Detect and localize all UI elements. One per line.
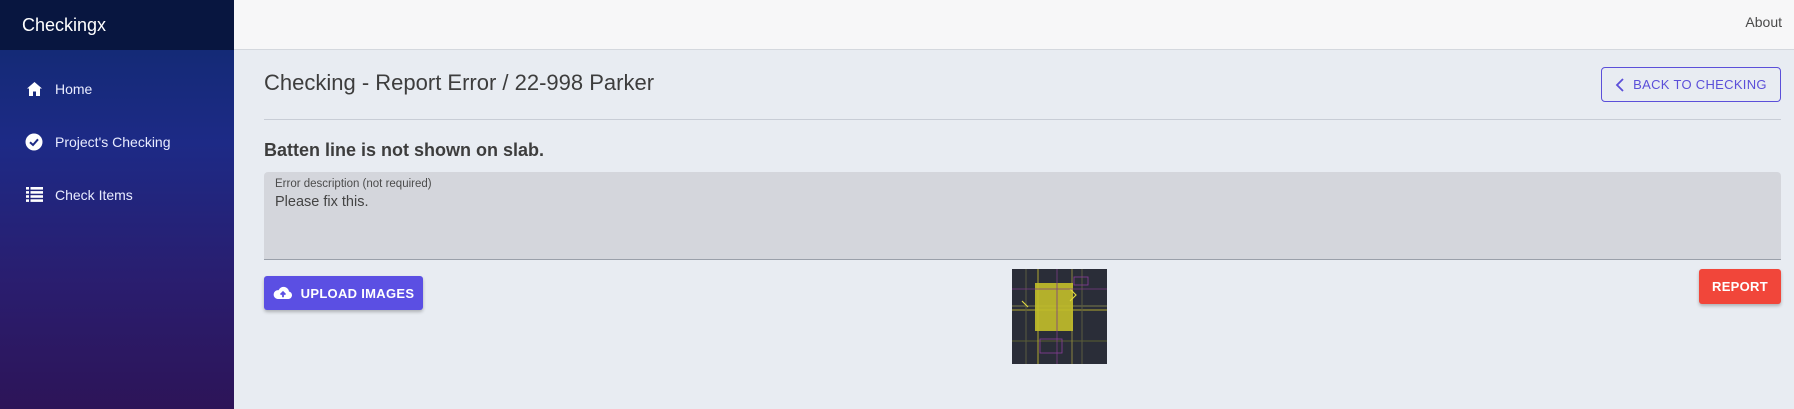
error-title: Batten line is not shown on slab. [264, 140, 545, 160]
back-to-checking-button[interactable]: BACK TO CHECKING [1601, 67, 1781, 102]
sidebar-nav: Home Project's Checking Check Items [0, 62, 234, 221]
chevron-left-icon [1615, 77, 1624, 92]
about-link[interactable]: About [1745, 14, 1782, 30]
home-icon [24, 79, 44, 99]
page-header: Checking - Report Error / 22-998 Parker … [264, 50, 1781, 120]
list-icon [24, 185, 44, 205]
action-row: UPLOAD IMAGES REPORT [264, 268, 1781, 378]
cloud-upload-icon [273, 286, 292, 299]
top-bar: About [234, 0, 1794, 50]
sidebar-item-projects-checking[interactable]: Project's Checking [0, 115, 234, 168]
sidebar-item-label: Check Items [55, 186, 133, 203]
sidebar-item-home[interactable]: Home [0, 62, 234, 115]
report-button[interactable]: REPORT [1699, 269, 1781, 304]
sidebar: Checkingx Home Project's Checking Check … [0, 0, 234, 409]
back-button-label: BACK TO CHECKING [1633, 77, 1767, 92]
sidebar-item-label: Project's Checking [55, 133, 171, 150]
main-content: Checking - Report Error / 22-998 Parker … [264, 50, 1781, 378]
error-description-label: Error description (not required) [275, 178, 432, 190]
upload-button-label: UPLOAD IMAGES [300, 285, 415, 301]
error-description-field[interactable]: Error description (not required) Please … [264, 172, 1781, 260]
error-description-input[interactable]: Please fix this. [275, 194, 1770, 210]
app-brand[interactable]: Checkingx [0, 0, 234, 50]
check-circle-icon [24, 132, 44, 152]
page-title: Checking - Report Error / 22-998 Parker [264, 70, 655, 95]
uploaded-image-thumbnail[interactable] [1012, 269, 1107, 364]
sidebar-item-check-items[interactable]: Check Items [0, 168, 234, 221]
sidebar-item-label: Home [55, 80, 93, 97]
upload-images-button[interactable]: UPLOAD IMAGES [264, 276, 423, 310]
